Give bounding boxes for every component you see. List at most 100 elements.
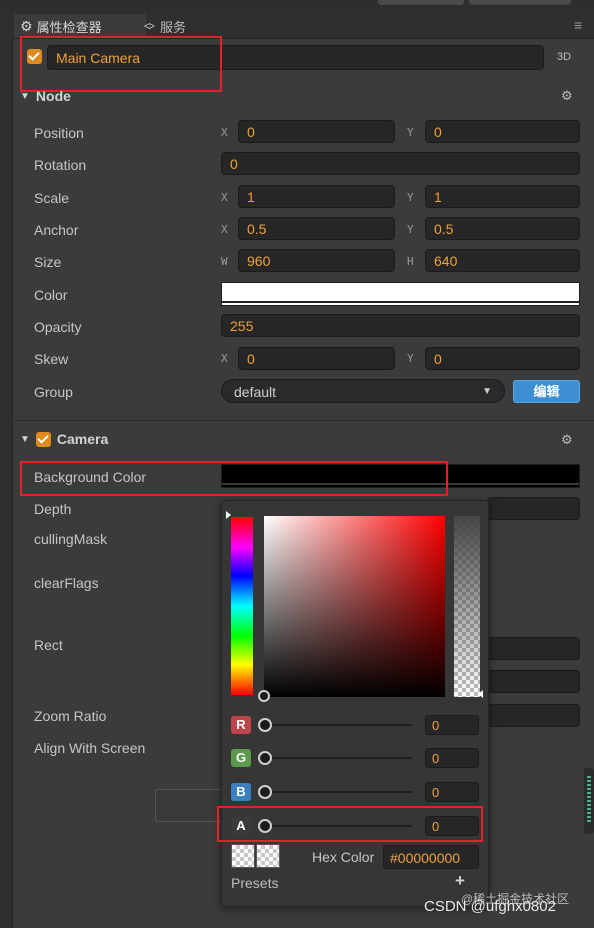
position-y-field[interactable]: 0 (425, 120, 580, 143)
culling-mask-label: cullingMask (34, 531, 108, 547)
opacity-field[interactable]: 255 (221, 314, 580, 337)
camera-section-header[interactable]: ▼ Camera (20, 431, 108, 447)
channel-r-track[interactable] (260, 724, 412, 726)
anchor-x-field[interactable]: 0.5 (238, 217, 395, 240)
depth-field[interactable] (487, 497, 580, 520)
position-y-value: 0 (434, 124, 442, 140)
tab-inspector[interactable]: ⚙ 属性检查器 (14, 14, 146, 38)
zoom-ratio-label: Zoom Ratio (34, 708, 107, 724)
alpha-slider[interactable] (454, 516, 480, 697)
saturation-value-area[interactable] (264, 516, 445, 697)
clear-flags-label: clearFlags (34, 575, 99, 591)
size-height-value: 640 (434, 253, 458, 269)
node-section-header[interactable]: ▼ Node (20, 88, 71, 104)
background-button[interactable] (155, 789, 227, 822)
panel-tab-bar: ⚙ 属性检查器 <> 服务 ≡ (0, 14, 594, 39)
skew-label: Skew (34, 351, 69, 367)
zoom-ratio-field[interactable] (487, 704, 580, 727)
group-edit-button[interactable]: 编辑 (513, 380, 580, 403)
3d-badge[interactable]: 3D (557, 51, 571, 63)
sv-cursor-knob[interactable] (258, 690, 270, 702)
background-color-label: Background Color (34, 469, 147, 485)
tab-label: 服务 (160, 19, 187, 35)
toolbar-button[interactable] (378, 0, 464, 5)
left-gutter (0, 38, 13, 928)
opacity-value: 255 (230, 318, 254, 334)
channel-b-input[interactable]: 0 (425, 782, 479, 802)
color-swatch-field[interactable] (221, 282, 580, 306)
size-height-field[interactable]: 640 (425, 249, 580, 272)
axis-y-label: Y (407, 352, 414, 365)
hue-slider[interactable] (231, 517, 253, 695)
opacity-label: Opacity (34, 319, 82, 335)
background-color-swatch[interactable] (221, 464, 580, 488)
anchor-y-field[interactable]: 0.5 (425, 217, 580, 240)
skew-x-field[interactable]: 0 (238, 347, 395, 370)
channel-a-knob[interactable] (258, 819, 272, 833)
current-color-swatch[interactable] (256, 844, 280, 868)
tab-services[interactable]: <> 服务 (138, 14, 220, 38)
panel-menu-icon[interactable]: ≡ (574, 17, 582, 33)
gear-icon[interactable]: ⚙ (561, 88, 573, 104)
channel-r-knob[interactable] (258, 718, 272, 732)
previous-color-swatch[interactable] (231, 844, 255, 868)
camera-enabled-checkbox[interactable] (35, 431, 51, 447)
position-label: Position (34, 125, 84, 141)
skew-y-field[interactable]: 0 (425, 347, 580, 370)
axis-x-label: X (221, 352, 228, 365)
size-width-value: 960 (247, 253, 271, 269)
channel-g-track[interactable] (260, 757, 412, 759)
anchor-y-value: 0.5 (434, 221, 454, 237)
channel-a-badge: A (231, 817, 251, 835)
hex-color-label: Hex Color (312, 849, 375, 865)
tab-label: 属性检查器 (36, 19, 102, 35)
scale-label: Scale (34, 190, 70, 206)
add-preset-icon[interactable]: + (455, 871, 465, 891)
group-select-value: default (234, 384, 277, 400)
channel-b-knob[interactable] (258, 785, 272, 799)
hex-color-input[interactable]: #00000000 (383, 845, 479, 869)
size-width-field[interactable]: 960 (238, 249, 395, 272)
section-title: Node (35, 88, 71, 104)
node-name-value: Main Camera (56, 50, 141, 66)
rotation-value: 0 (230, 156, 238, 172)
alpha-pointer-icon (478, 690, 483, 698)
channel-g-input[interactable]: 0 (425, 748, 479, 768)
scale-y-value: 1 (434, 189, 442, 205)
watermark-primary: CSDN @ufghx0802 (424, 898, 556, 915)
channel-b-badge: B (231, 783, 251, 801)
align-with-screen-label: Align With Screen (34, 740, 146, 756)
node-name-field[interactable]: Main Camera (47, 45, 544, 70)
channel-r-input[interactable]: 0 (425, 715, 479, 735)
depth-label: Depth (34, 501, 72, 517)
section-title: Camera (56, 431, 109, 447)
channel-b-track[interactable] (260, 791, 412, 793)
axis-x-label: X (221, 126, 228, 139)
skew-y-value: 0 (434, 351, 442, 367)
rect-field[interactable] (487, 670, 580, 693)
scale-y-field[interactable]: 1 (425, 185, 580, 208)
rotation-field[interactable]: 0 (221, 152, 580, 175)
section-divider (14, 420, 594, 421)
axis-y-label: Y (407, 191, 414, 204)
channel-a-track[interactable] (260, 825, 412, 827)
scale-x-value: 1 (247, 189, 255, 205)
dropdown-arrow-icon: ▼ (482, 386, 492, 397)
axis-x-label: X (221, 223, 228, 236)
triangle-down-icon: ▼ (20, 90, 30, 102)
axis-y-label: Y (407, 223, 414, 236)
group-label: Group (34, 384, 73, 400)
position-x-field[interactable]: 0 (238, 120, 395, 143)
axis-x-label: X (221, 191, 228, 204)
scrollbar-thumb[interactable] (584, 768, 594, 834)
scale-x-field[interactable]: 1 (238, 185, 395, 208)
color-label: Color (34, 287, 68, 303)
rect-label: Rect (34, 637, 63, 653)
gear-icon[interactable]: ⚙ (561, 432, 573, 448)
node-active-checkbox[interactable] (27, 49, 42, 67)
channel-a-input[interactable]: 0 (425, 816, 479, 836)
channel-g-knob[interactable] (258, 751, 272, 765)
group-select[interactable]: default ▼ (221, 379, 505, 403)
toolbar-button[interactable] (469, 0, 571, 5)
rect-field[interactable] (487, 637, 580, 660)
